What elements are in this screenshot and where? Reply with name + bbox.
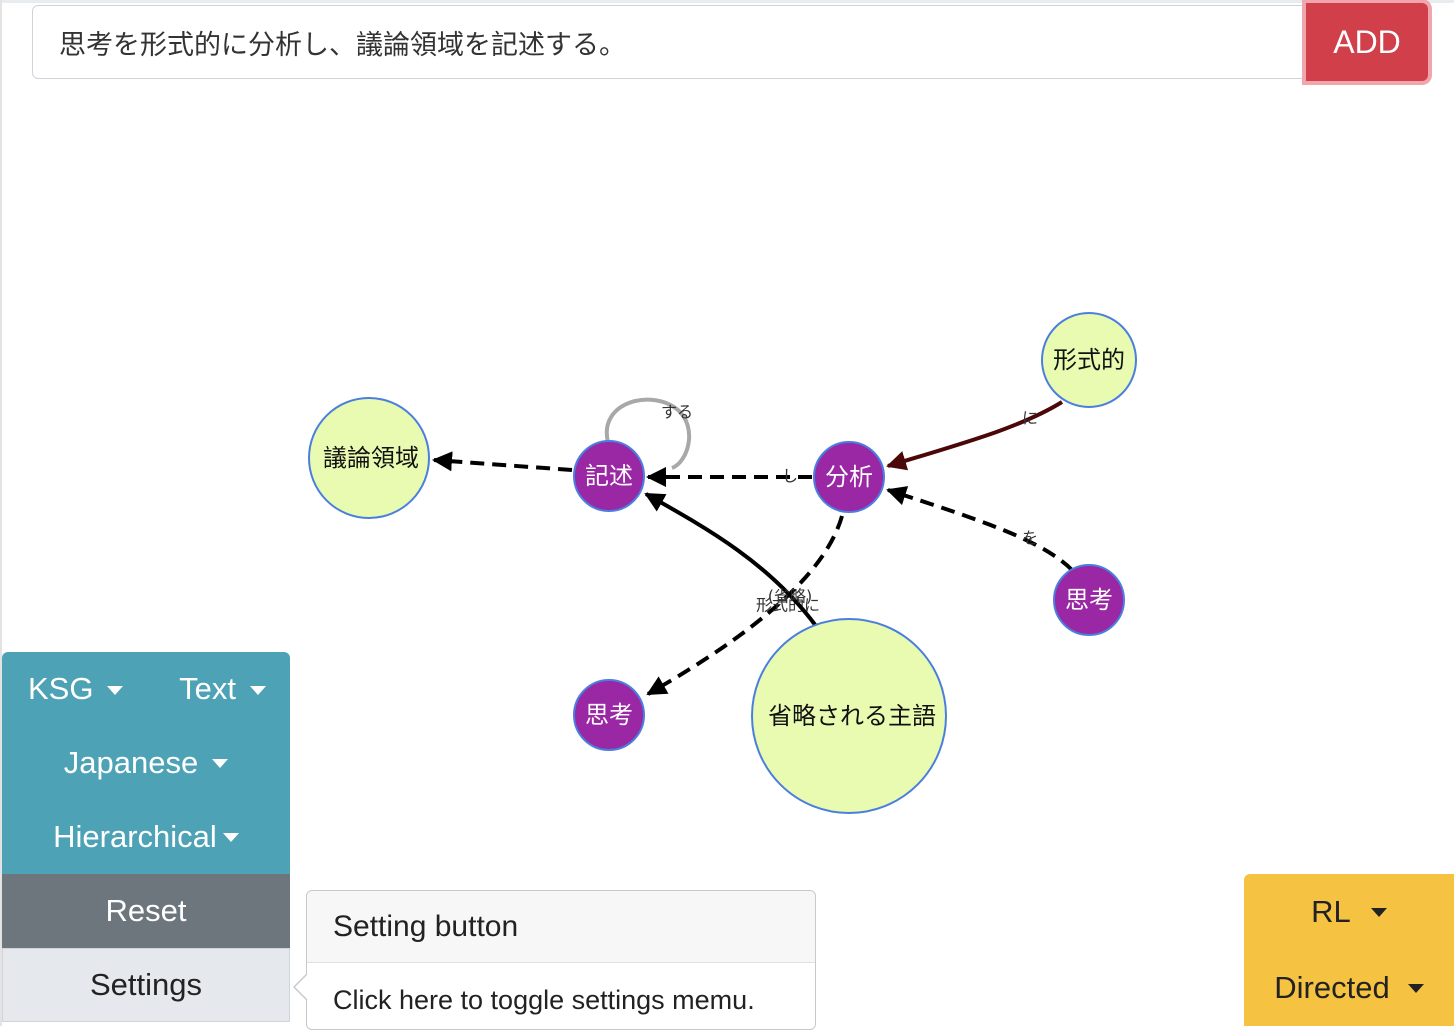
node-label-shuryaku: 省略される主語 bbox=[768, 702, 936, 730]
tooltip-body: Click here to toggle settings memu. bbox=[333, 985, 755, 1015]
node-label-kijutsu: 記述 bbox=[585, 462, 633, 490]
node-label-keishiki: 形式的 bbox=[1053, 346, 1125, 374]
settings-panel: KSG Text Japanese Hierarchical Reset Set… bbox=[2, 652, 290, 1022]
node-shikou-right[interactable]: 思考 bbox=[1053, 564, 1125, 636]
mode-label: Directed bbox=[1274, 970, 1390, 1005]
chevron-down-icon bbox=[107, 686, 124, 696]
direction-label: RL bbox=[1311, 894, 1351, 929]
node-label-shikou-right: 思考 bbox=[1065, 586, 1113, 614]
language-dropdown[interactable]: Japanese bbox=[2, 726, 290, 800]
node-kijutsu[interactable]: 記述 bbox=[573, 440, 645, 512]
ksg-text-row: KSG Text bbox=[2, 652, 290, 726]
edge-shikou1-bunseki[interactable] bbox=[886, 486, 1074, 572]
edge-label-ni: に bbox=[1022, 409, 1038, 428]
edge-label-shi: し bbox=[782, 467, 798, 486]
chevron-down-icon bbox=[222, 832, 239, 842]
node-bunseki[interactable]: 分析 bbox=[813, 441, 885, 513]
text-label: Text bbox=[179, 671, 236, 706]
layout-dropdown[interactable]: Hierarchical bbox=[2, 800, 290, 874]
edge-label-suru: する bbox=[661, 403, 693, 422]
settings-tooltip: Setting button Click here to toggle sett… bbox=[293, 890, 816, 1030]
settings-button[interactable]: Settings bbox=[2, 948, 290, 1022]
node-label-shikou-bottom: 思考 bbox=[585, 701, 633, 729]
edge-kijutsu-giron[interactable] bbox=[432, 451, 573, 472]
node-label-giron: 議論領域 bbox=[323, 444, 419, 472]
direction-dropdown[interactable]: RL bbox=[1244, 874, 1454, 950]
edge-label-shoryaku: (省略) bbox=[768, 587, 813, 606]
graph-options-panel: RL Directed bbox=[1244, 874, 1454, 1026]
layout-label: Hierarchical bbox=[53, 819, 217, 854]
chevron-down-icon bbox=[1407, 983, 1424, 993]
ksg-dropdown[interactable]: KSG bbox=[28, 671, 124, 707]
tooltip-arrow-fill bbox=[295, 974, 308, 1000]
node-shuryaku[interactable]: 省略される主語 bbox=[751, 618, 947, 814]
settings-label: Settings bbox=[89, 967, 202, 1002]
chevron-down-icon bbox=[1370, 907, 1387, 917]
chevron-down-icon bbox=[212, 758, 229, 768]
edge-label-wo: を bbox=[1022, 529, 1038, 548]
text-dropdown[interactable]: Text bbox=[179, 671, 266, 707]
node-keishiki[interactable]: 形式的 bbox=[1041, 312, 1137, 408]
mode-dropdown[interactable]: Directed bbox=[1244, 950, 1454, 1026]
tooltip-title: Setting button bbox=[307, 891, 815, 963]
language-label: Japanese bbox=[63, 745, 199, 780]
ksg-label: KSG bbox=[28, 671, 94, 706]
reset-button[interactable]: Reset bbox=[2, 874, 290, 948]
chevron-down-icon bbox=[250, 686, 266, 696]
node-giron[interactable]: 議論領域 bbox=[308, 397, 430, 519]
node-shikou-bottom[interactable]: 思考 bbox=[573, 679, 645, 751]
reset-label: Reset bbox=[105, 893, 187, 928]
node-label-bunseki: 分析 bbox=[825, 463, 873, 491]
